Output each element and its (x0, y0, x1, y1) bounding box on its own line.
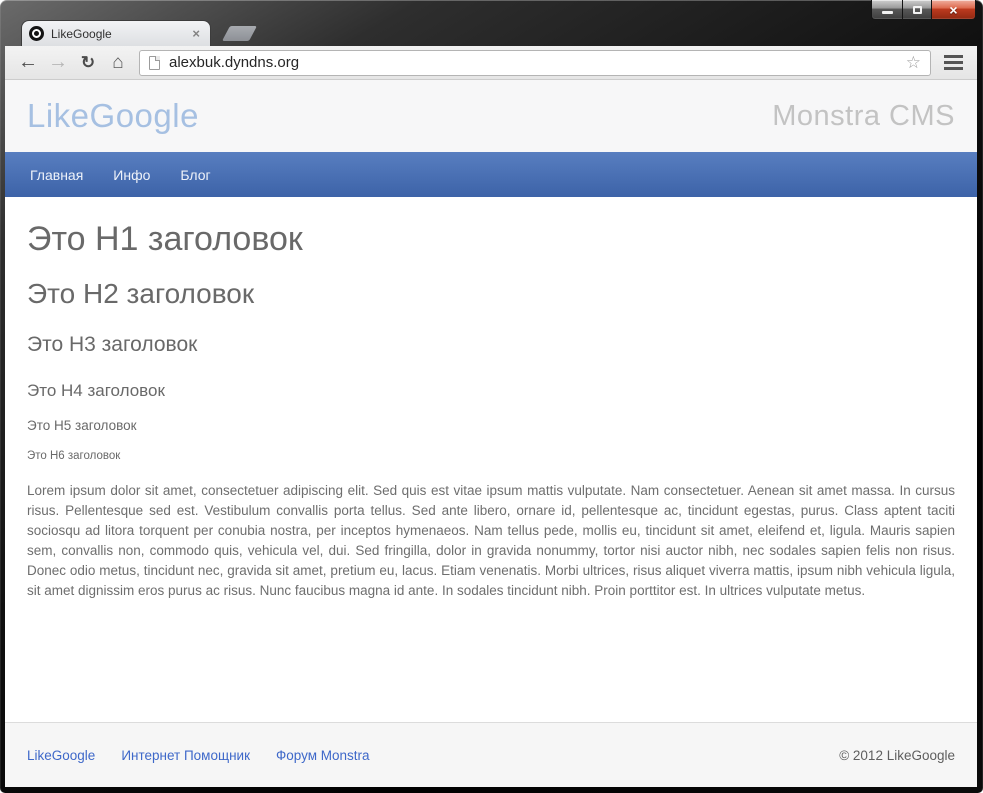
hamburger-menu-icon (943, 55, 963, 58)
footer-link-likegoogle[interactable]: LikeGoogle (27, 748, 95, 763)
heading-h4: Это H4 заголовок (27, 381, 165, 400)
window-controls: × (871, 0, 976, 20)
forward-button[interactable]: → (44, 49, 72, 76)
home-button[interactable]: ⌂ (104, 49, 132, 76)
browser-tab[interactable]: LikeGoogle × (21, 20, 211, 46)
heading-h1: Это H1 заголовок (27, 220, 303, 258)
heading-h5: Это H5 заголовок (27, 418, 137, 433)
tab-strip: LikeGoogle × × (0, 0, 983, 46)
minimize-button[interactable] (871, 0, 902, 20)
browser-body: ← → ↻ ⌂ alexbuk.dyndns.org ☆ LikeGoogle … (5, 46, 977, 787)
reload-button[interactable]: ↻ (74, 49, 102, 76)
nav-item-home[interactable]: Главная (30, 167, 83, 183)
heading-h2: Это H2 заголовок (27, 278, 255, 309)
footer-link-monstra-forum[interactable]: Форум Monstra (276, 748, 370, 763)
cms-label: Monstra CMS (772, 99, 955, 132)
chrome-menu-button[interactable] (938, 49, 968, 76)
maximize-icon (912, 5, 922, 14)
tab-close-icon[interactable]: × (189, 25, 203, 42)
page-viewport: LikeGoogle Monstra CMS Главная Инфо Блог… (5, 80, 977, 787)
nav-item-info[interactable]: Инфо (113, 167, 150, 183)
browser-window: LikeGoogle × × ← → ↻ ⌂ alexbuk.dyndns.or… (0, 0, 983, 793)
new-tab-button[interactable] (222, 26, 257, 41)
browser-toolbar: ← → ↻ ⌂ alexbuk.dyndns.org ☆ (5, 46, 977, 80)
footer-link-internet-helper[interactable]: Интернет Помощник (121, 748, 250, 763)
back-icon: ← (18, 51, 38, 73)
bookmark-star-icon[interactable]: ☆ (906, 53, 921, 73)
copyright-text: © 2012 LikeGoogle (839, 747, 955, 763)
page-content: Это H1 заголовок Это H2 заголовок Это H3… (5, 197, 977, 722)
reload-icon: ↻ (80, 52, 96, 72)
site-nav: Главная Инфо Блог (5, 152, 977, 197)
heading-h6: Это H6 заголовок (27, 450, 121, 462)
url-text[interactable]: alexbuk.dyndns.org (169, 54, 906, 71)
maximize-button[interactable] (902, 0, 931, 20)
tab-title: LikeGoogle (51, 26, 112, 41)
monstra-favicon-icon (29, 26, 44, 41)
site-footer: LikeGoogle Интернет Помощник Форум Monst… (5, 722, 977, 787)
home-icon: ⌂ (112, 51, 124, 73)
address-bar[interactable]: alexbuk.dyndns.org ☆ (139, 49, 931, 76)
close-icon: × (949, 1, 958, 18)
close-button[interactable]: × (931, 0, 976, 20)
page-icon[interactable] (149, 55, 160, 70)
forward-icon: → (48, 51, 68, 73)
site-brand-link[interactable]: LikeGoogle (27, 97, 199, 135)
lorem-paragraph: Lorem ipsum dolor sit amet, consectetuer… (27, 483, 955, 598)
footer-links: LikeGoogle Интернет Помощник Форум Monst… (27, 748, 370, 763)
heading-h3: Это H3 заголовок (27, 333, 198, 356)
back-button[interactable]: ← (14, 49, 42, 76)
nav-item-blog[interactable]: Блог (180, 167, 210, 183)
minimize-icon (881, 10, 893, 14)
site-header: LikeGoogle Monstra CMS (5, 80, 977, 152)
